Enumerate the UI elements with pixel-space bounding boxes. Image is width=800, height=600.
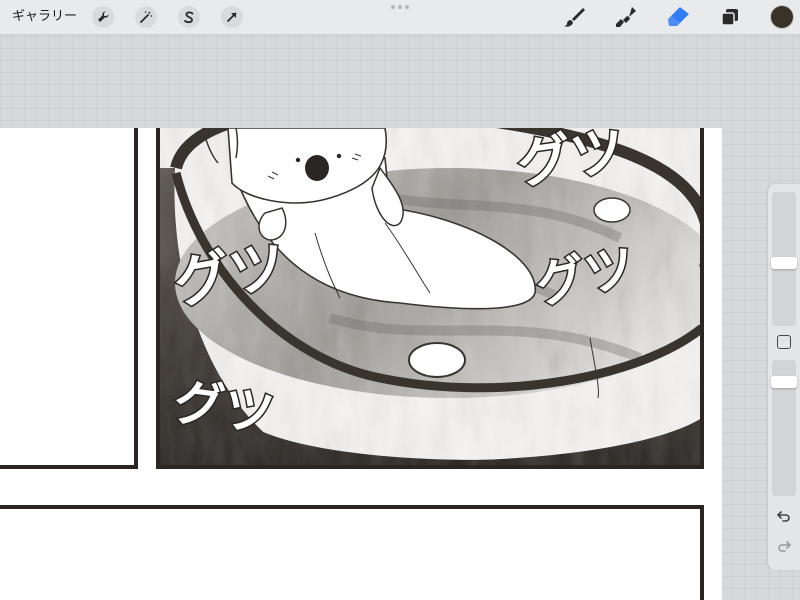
- drawing-canvas[interactable]: グツ グツ グツ グツ: [0, 128, 722, 600]
- brush-tool-button[interactable]: [561, 5, 587, 29]
- opacity-thumb[interactable]: [771, 376, 797, 388]
- sidebar: [768, 184, 800, 570]
- undo-button[interactable]: [776, 508, 792, 524]
- modify-button[interactable]: [777, 335, 791, 349]
- eraser-icon: [668, 7, 689, 26]
- brush-icon: [564, 8, 585, 27]
- eraser-tool-button[interactable]: [665, 5, 691, 29]
- redo-icon: [778, 541, 791, 552]
- gallery-button[interactable]: ギャラリー: [12, 8, 77, 26]
- transform-arrow-icon: [227, 12, 237, 22]
- smudge-tool-button[interactable]: [613, 5, 639, 29]
- drag-handle-dots[interactable]: [391, 5, 409, 9]
- wrench-icon: [98, 11, 109, 22]
- undo-icon: [777, 511, 790, 522]
- transform-button[interactable]: [221, 6, 243, 28]
- selection-icon: [184, 11, 194, 24]
- layers-button[interactable]: [717, 5, 743, 29]
- opacity-slider[interactable]: [771, 360, 797, 496]
- adjustments-button[interactable]: [135, 6, 157, 28]
- top-toolbar: ギャラリー: [0, 0, 800, 35]
- egg: [408, 342, 466, 378]
- brush-size-thumb[interactable]: [771, 257, 797, 269]
- brush-size-slider[interactable]: [771, 192, 797, 326]
- selection-button[interactable]: [178, 6, 200, 28]
- redo-button[interactable]: [776, 538, 792, 554]
- magic-wand-icon: [140, 11, 153, 23]
- actions-button[interactable]: [92, 6, 114, 28]
- color-picker-button[interactable]: [771, 6, 793, 28]
- manga-artwork: グツ グツ グツ グツ: [0, 128, 704, 600]
- panel-left: [0, 128, 138, 469]
- layers-icon: [721, 9, 738, 26]
- panel-bottom: [0, 505, 704, 600]
- smudge-icon: [616, 7, 636, 27]
